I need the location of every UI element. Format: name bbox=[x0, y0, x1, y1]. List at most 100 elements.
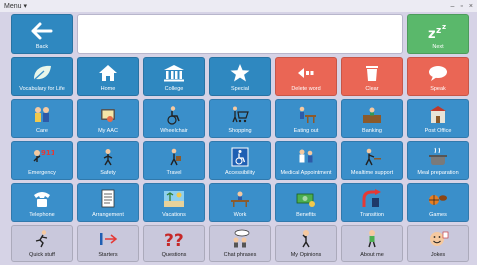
tile-starters[interactable]: Starters bbox=[77, 225, 139, 262]
tile-label: Accessibility bbox=[225, 170, 255, 176]
tile-label: Safety bbox=[100, 170, 116, 176]
accessibility-icon bbox=[225, 146, 255, 168]
leaf-icon bbox=[27, 62, 57, 84]
tile-my-aac[interactable]: My AAC bbox=[77, 99, 139, 138]
tile-label: Shopping bbox=[228, 128, 252, 134]
message-bar[interactable] bbox=[77, 14, 403, 54]
tile-emergency[interactable]: 911 Emergency bbox=[11, 141, 73, 180]
tile-label: Post Office bbox=[424, 128, 452, 134]
tile-label: My AAC bbox=[98, 128, 118, 134]
tile-label: Telephone bbox=[29, 212, 55, 218]
vocabulary-grid: Back zzz Next Vocabulary for Life Home C… bbox=[11, 14, 469, 262]
about-me-person-icon bbox=[357, 228, 387, 250]
college-building-icon bbox=[159, 62, 189, 84]
tile-safety[interactable]: Safety bbox=[77, 141, 139, 180]
minimize-button[interactable]: – bbox=[451, 3, 455, 10]
back-button[interactable]: Back bbox=[11, 14, 73, 54]
tile-medical-appointment[interactable]: Medical Appointment bbox=[275, 141, 337, 180]
starters-icon bbox=[93, 228, 123, 250]
back-arrow-icon bbox=[27, 20, 57, 42]
tile-arrangement[interactable]: Arrangement bbox=[77, 183, 139, 222]
svg-text:z: z bbox=[428, 27, 436, 41]
tile-travel[interactable]: Travel bbox=[143, 141, 205, 180]
svg-text:z: z bbox=[442, 23, 446, 31]
arrangement-list-icon bbox=[93, 188, 123, 210]
tile-label: Emergency bbox=[28, 170, 56, 176]
tile-questions[interactable]: ?? Questions bbox=[143, 225, 205, 262]
tile-special[interactable]: Special bbox=[209, 57, 271, 96]
tile-college[interactable]: College bbox=[143, 57, 205, 96]
tile-games[interactable]: Games bbox=[407, 183, 469, 222]
tile-label: Chat phrases bbox=[223, 252, 257, 258]
tile-label: Care bbox=[36, 128, 48, 134]
maximize-button[interactable]: ▫ bbox=[460, 3, 462, 10]
next-zzz-icon: zzz bbox=[423, 20, 453, 42]
tile-chat-phrases[interactable]: Chat phrases bbox=[209, 225, 271, 262]
close-button[interactable]: × bbox=[469, 3, 473, 10]
wheelchair-person-icon bbox=[159, 104, 189, 126]
menu-button[interactable]: Menu ▾ bbox=[4, 2, 28, 11]
delete-word-button[interactable]: Delete word bbox=[275, 57, 337, 96]
tile-label: Games bbox=[429, 212, 447, 218]
tile-my-opinions[interactable]: My Opinions bbox=[275, 225, 337, 262]
telephone-icon bbox=[27, 188, 57, 210]
tile-label: Delete word bbox=[291, 86, 321, 92]
tile-accessibility[interactable]: Accessibility bbox=[209, 141, 271, 180]
running-person-icon bbox=[27, 228, 57, 250]
tile-label: Vacations bbox=[162, 212, 186, 218]
tile-post-office[interactable]: Post Office bbox=[407, 99, 469, 138]
tile-label: About me bbox=[360, 252, 384, 258]
tile-label: Speak bbox=[430, 86, 446, 92]
next-button[interactable]: zzz Next bbox=[407, 14, 469, 54]
tile-telephone[interactable]: Telephone bbox=[11, 183, 73, 222]
window-controls: – ▫ × bbox=[451, 3, 473, 10]
tile-about-me[interactable]: About me bbox=[341, 225, 403, 262]
cooking-pot-icon bbox=[423, 146, 453, 168]
bank-icon bbox=[357, 104, 387, 126]
tile-eating-out[interactable]: Eating out bbox=[275, 99, 337, 138]
tile-label: Banking bbox=[362, 128, 382, 134]
svg-text:z: z bbox=[436, 26, 441, 36]
question-marks-icon: ?? bbox=[159, 228, 189, 250]
mealtime-icon bbox=[357, 146, 387, 168]
thinking-person-icon bbox=[291, 228, 321, 250]
tile-work[interactable]: Work bbox=[209, 183, 271, 222]
tile-transition[interactable]: Transition bbox=[341, 183, 403, 222]
tile-label: Meal preparation bbox=[417, 170, 459, 176]
tile-label: Wheelchair bbox=[160, 128, 188, 134]
tile-quick-stuff[interactable]: Quick stuff bbox=[11, 225, 73, 262]
ball-games-icon bbox=[423, 188, 453, 210]
restaurant-icon bbox=[291, 104, 321, 126]
chevron-down-icon: ▾ bbox=[23, 3, 28, 10]
next-label: Next bbox=[432, 44, 444, 50]
medical-icon bbox=[291, 146, 321, 168]
tile-label: Home bbox=[100, 86, 116, 92]
safety-icon bbox=[93, 146, 123, 168]
delete-word-icon bbox=[291, 62, 321, 84]
tile-benefits[interactable]: Benefits bbox=[275, 183, 337, 222]
tile-care[interactable]: Care bbox=[11, 99, 73, 138]
tile-home[interactable]: Home bbox=[77, 57, 139, 96]
clear-button[interactable]: Clear bbox=[341, 57, 403, 96]
tile-label: Arrangement bbox=[92, 212, 124, 218]
speech-bubble-icon bbox=[423, 62, 453, 84]
chat-people-icon bbox=[225, 228, 255, 250]
tile-label: Mealtime support bbox=[350, 170, 394, 176]
tile-vocabulary-for-life[interactable]: Vocabulary for Life bbox=[11, 57, 73, 96]
svg-text:??: ?? bbox=[164, 231, 184, 249]
tile-banking[interactable]: Banking bbox=[341, 99, 403, 138]
speak-button[interactable]: Speak bbox=[407, 57, 469, 96]
aac-device-icon bbox=[93, 104, 123, 126]
vacation-icon bbox=[159, 188, 189, 210]
tile-label: Travel bbox=[166, 170, 182, 176]
tile-mealtime-support[interactable]: Mealtime support bbox=[341, 141, 403, 180]
menu-label: Menu bbox=[4, 2, 22, 10]
tile-vacations[interactable]: Vacations bbox=[143, 183, 205, 222]
tile-wheelchair[interactable]: Wheelchair bbox=[143, 99, 205, 138]
tile-label: Work bbox=[233, 212, 247, 218]
tile-label: Quick stuff bbox=[29, 252, 55, 258]
tile-jokes[interactable]: Jokes bbox=[407, 225, 469, 262]
tile-label: Transition bbox=[360, 212, 384, 218]
tile-shopping[interactable]: Shopping bbox=[209, 99, 271, 138]
tile-meal-preparation[interactable]: Meal preparation bbox=[407, 141, 469, 180]
